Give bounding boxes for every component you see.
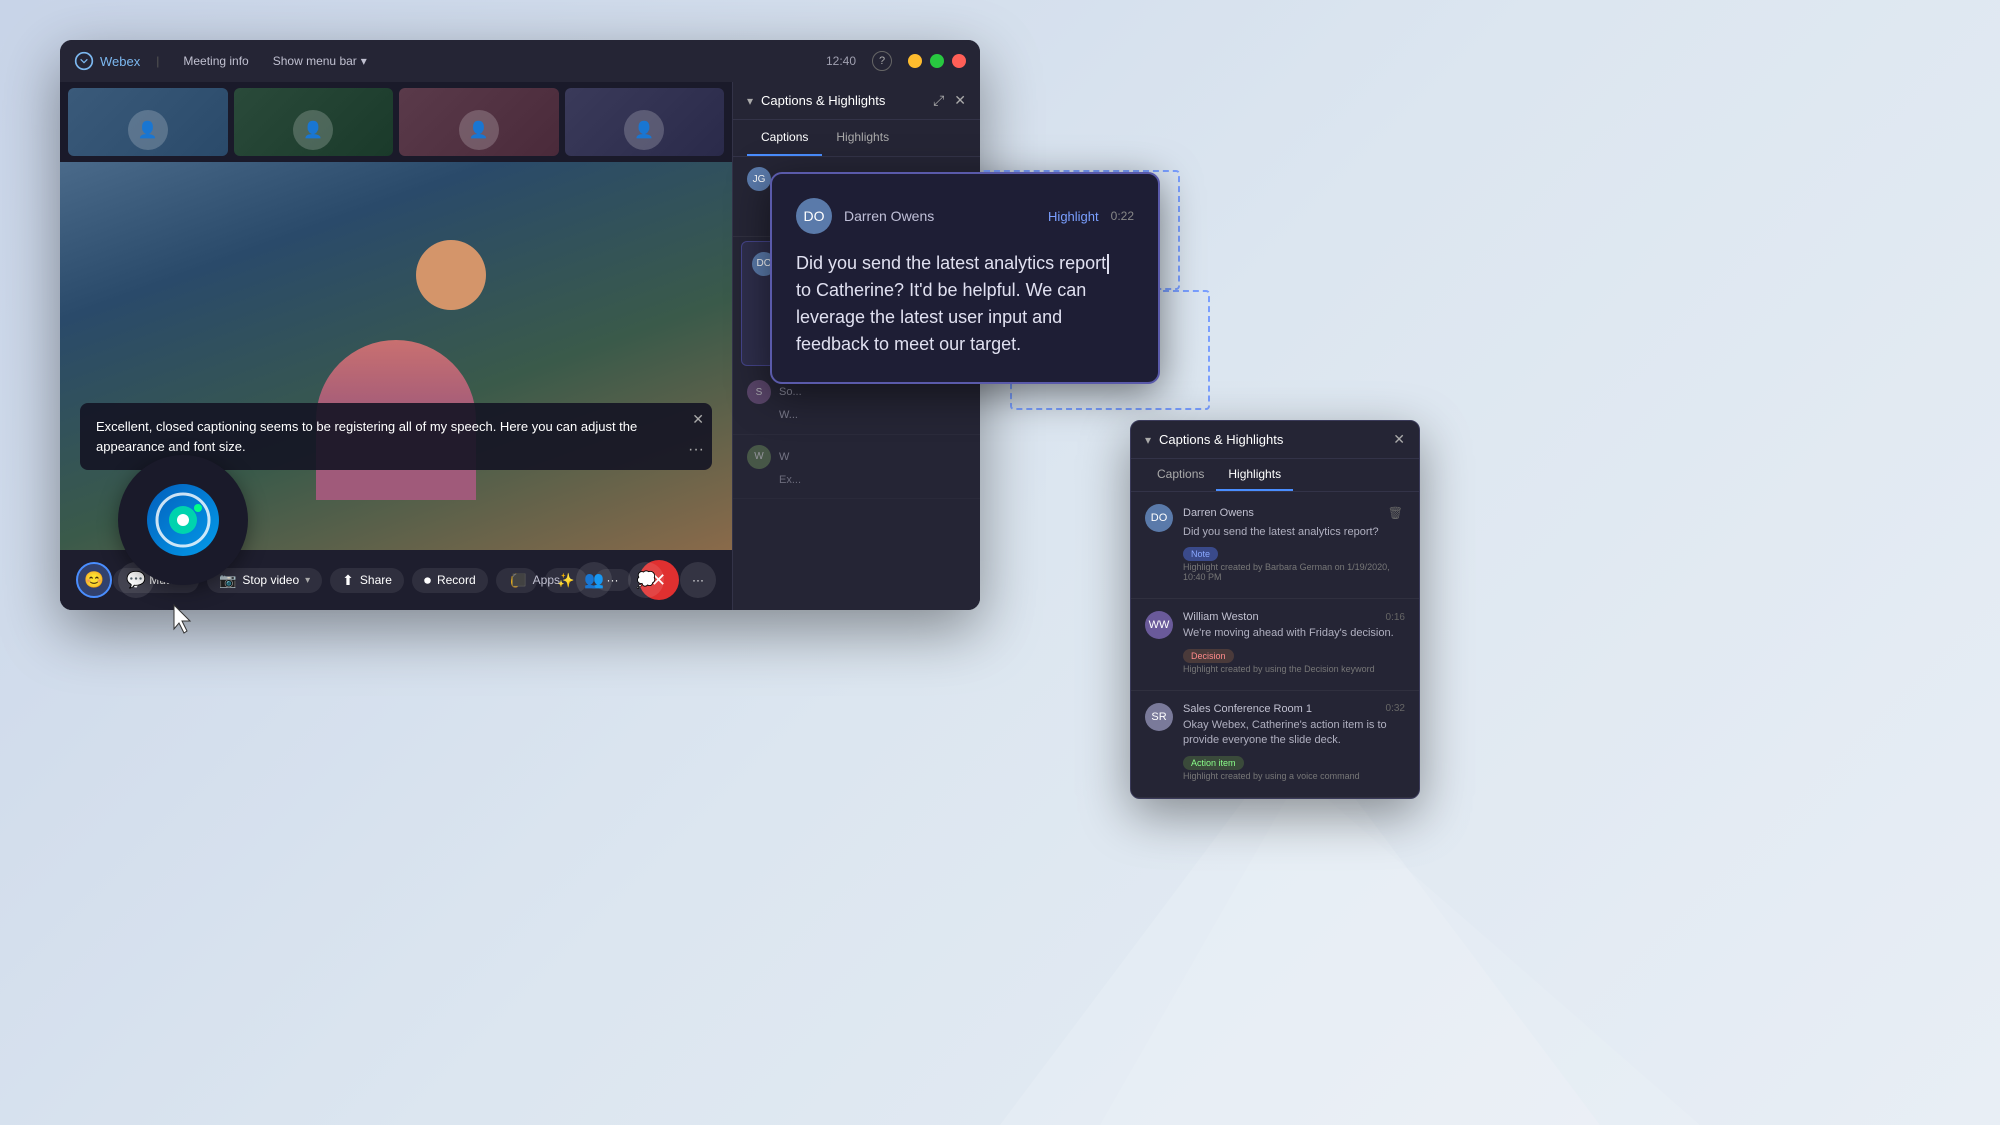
apps-icon: ⬛ — [512, 573, 527, 587]
highlight-card-time: 0:22 — [1111, 209, 1134, 223]
caption-close-button[interactable]: ✕ — [692, 411, 704, 428]
overflow-button[interactable]: ··· — [680, 562, 716, 598]
avatar-jonathon: JG — [747, 167, 771, 191]
caption-entry-4: W W Ex... — [733, 435, 980, 499]
help-button[interactable]: ? — [872, 51, 892, 71]
participant-thumbnail-2[interactable]: 👤 — [234, 88, 394, 156]
thumbnail-strip: 👤 👤 👤 👤 — [60, 82, 732, 162]
meeting-time: 12:40 — [826, 54, 856, 68]
apps-button[interactable]: ⬛ Apps — [512, 573, 560, 587]
app-logo: Webex — [74, 51, 140, 71]
avatar-sales: SR — [1145, 703, 1173, 731]
delete-entry-1-button[interactable]: 🗑 — [1386, 504, 1405, 522]
second-tab-highlights[interactable]: Highlights — [1216, 459, 1293, 491]
avatar-someone: S — [747, 380, 771, 404]
participants-button[interactable]: 👥 — [576, 562, 612, 598]
right-controls: ⬛ Apps 👥 💭 ··· — [512, 562, 716, 598]
second-panel-chevron[interactable]: ▾ — [1145, 433, 1151, 447]
highlight-card-text: Did you send the latest analytics report… — [796, 250, 1134, 358]
highlight-card-badge: Highlight — [1048, 209, 1099, 224]
highlight-entry-3: SR Sales Conference Room 1 0:32 Okay Web… — [1131, 691, 1419, 798]
panel-title: Captions & Highlights — [761, 93, 885, 108]
record-button[interactable]: ⏺ Record — [412, 568, 488, 593]
participant-thumbnail-3[interactable]: 👤 — [399, 88, 559, 156]
panel-close-button[interactable]: ✕ — [954, 92, 966, 109]
highlight-card-avatar: DO — [796, 198, 832, 234]
panel-header: ▾ Captions & Highlights ⤢ ✕ — [733, 82, 980, 120]
panel-tabs: Captions Highlights — [733, 120, 980, 157]
highlight-card-name: Darren Owens — [844, 208, 1036, 224]
reactions-button[interactable]: 😊 — [76, 562, 112, 598]
second-panel-close-button[interactable]: ✕ — [1393, 431, 1405, 448]
maximize-button[interactable] — [930, 54, 944, 68]
show-menu-bar-button[interactable]: Show menu bar ▾ — [273, 54, 367, 68]
highlight-entry-2: WW William Weston 0:16 We're moving ahea… — [1131, 599, 1419, 690]
panel-collapse-button[interactable]: ▾ — [747, 94, 753, 108]
record-icon: ⏺ — [424, 572, 431, 589]
participant-thumbnail-1[interactable]: 👤 — [68, 88, 228, 156]
panel-expand-button[interactable]: ⤢ — [933, 92, 944, 109]
close-window-button[interactable] — [952, 54, 966, 68]
avatar-darren-2: DO — [1145, 504, 1173, 532]
second-panel-title: Captions & Highlights — [1159, 432, 1385, 447]
second-panel: ▾ Captions & Highlights ✕ Captions Highl… — [1130, 420, 1420, 799]
share-icon: ⬆ — [342, 572, 354, 589]
comments-button[interactable]: 💭 — [628, 562, 664, 598]
window-controls — [908, 54, 966, 68]
share-button[interactable]: ⬆ Share — [330, 568, 404, 593]
second-panel-header: ▾ Captions & Highlights ✕ — [1131, 421, 1419, 459]
tab-captions[interactable]: Captions — [747, 120, 822, 156]
note-badge: Note — [1183, 547, 1218, 561]
highlight-card: DO Darren Owens Highlight 0:22 Did you s… — [770, 172, 1160, 384]
avatar-william-2: WW — [1145, 611, 1173, 639]
second-panel-tabs: Captions Highlights — [1131, 459, 1419, 492]
meeting-info-button[interactable]: Meeting info — [175, 51, 256, 71]
stop-video-button[interactable]: 📷 Stop video ▾ — [207, 568, 322, 593]
decision-badge: Decision — [1183, 649, 1234, 663]
webex-app-icon[interactable] — [118, 455, 248, 585]
caption-more-button[interactable]: ··· — [688, 438, 704, 462]
tab-highlights[interactable]: Highlights — [822, 120, 903, 156]
webex-logo-icon — [143, 480, 223, 560]
participant-thumbnail-4[interactable]: 👤 — [565, 88, 725, 156]
action-item-badge: Action item — [1183, 756, 1244, 770]
highlight-entry-1: DO Darren Owens 🗑 Did you send the lates… — [1131, 492, 1419, 599]
title-bar: Webex | Meeting info Show menu bar ▾ 12:… — [60, 40, 980, 82]
minimize-button[interactable] — [908, 54, 922, 68]
camera-icon: 📷 — [219, 572, 236, 589]
second-tab-captions[interactable]: Captions — [1145, 459, 1216, 491]
avatar-william: W — [747, 445, 771, 469]
